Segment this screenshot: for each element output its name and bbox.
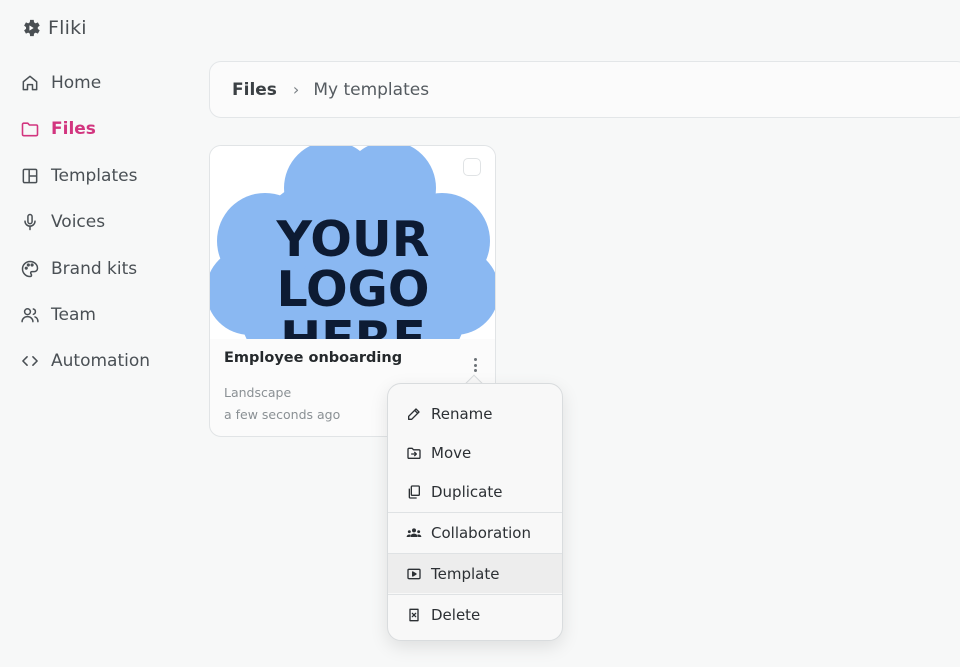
- card-orientation: Landscape: [224, 385, 292, 400]
- sidebar-item-team[interactable]: Team: [20, 298, 200, 332]
- menu-item-delete[interactable]: Delete: [388, 595, 562, 634]
- sidebar-item-templates[interactable]: Templates: [20, 159, 200, 193]
- breadcrumb-root-link[interactable]: Files: [232, 80, 277, 100]
- sidebar-item-automation[interactable]: Automation: [20, 344, 200, 378]
- play-box-icon: [407, 568, 421, 579]
- copy-icon: [408, 484, 420, 499]
- brand-name: Fliki: [48, 17, 87, 39]
- card-timestamp: a few seconds ago: [224, 407, 341, 422]
- pencil-icon: [408, 407, 420, 420]
- logo-placeholder-image: YOUR LOGO HERE: [210, 146, 495, 339]
- menu-item-label: Template: [431, 564, 500, 583]
- sidebar-nav: Home Files Templates Voices Brand kits T…: [20, 66, 200, 391]
- menu-item-move[interactable]: Move: [388, 433, 562, 472]
- sidebar-item-files[interactable]: Files: [20, 112, 200, 146]
- thumbnail-text-line: LOGO: [276, 261, 429, 318]
- app-root: Fliki Home Files Templates Voices Brand …: [0, 0, 960, 667]
- more-options-icon[interactable]: [468, 356, 482, 374]
- folder-icon: [21, 122, 39, 137]
- trash-icon: [409, 608, 419, 621]
- breadcrumb-current: My templates: [313, 79, 430, 100]
- menu-item-template[interactable]: Template: [388, 554, 562, 593]
- breadcrumb: Files › My templates: [209, 61, 960, 118]
- brand-logo[interactable]: Fliki: [20, 17, 87, 39]
- users-icon: [21, 307, 39, 323]
- menu-item-duplicate[interactable]: Duplicate: [388, 472, 562, 511]
- sidebar-item-label: Voices: [51, 212, 106, 233]
- thumbnail-text-line: YOUR: [276, 211, 430, 268]
- menu-item-label: Collaboration: [431, 523, 531, 542]
- palette-icon: [21, 260, 39, 277]
- sidebar-item-label: Templates: [51, 165, 138, 186]
- sidebar-item-brand-kits[interactable]: Brand kits: [20, 252, 200, 286]
- template-thumbnail[interactable]: YOUR LOGO HERE: [210, 146, 495, 339]
- sidebar-item-voices[interactable]: Voices: [20, 205, 200, 239]
- sidebar-item-label: Automation: [51, 351, 151, 372]
- layout-icon: [22, 168, 38, 184]
- home-icon: [22, 75, 38, 91]
- sidebar-item-label: Files: [51, 119, 96, 140]
- breadcrumb-separator: ›: [292, 80, 300, 99]
- thumbnail-text-line: HERE: [280, 311, 426, 339]
- people-icon: [406, 527, 422, 537]
- sidebar-item-label: Team: [51, 304, 96, 325]
- sidebar-item-home[interactable]: Home: [20, 66, 200, 100]
- sidebar-item-label: Home: [51, 73, 102, 93]
- microphone-icon: [24, 213, 36, 231]
- menu-item-label: Move: [431, 443, 472, 462]
- menu-item-label: Duplicate: [431, 482, 503, 501]
- gear-icon: [24, 19, 40, 37]
- menu-item-label: Delete: [431, 605, 481, 624]
- code-icon: [22, 356, 38, 367]
- folder-move-icon: [407, 447, 421, 459]
- context-menu: Rename Move Duplicate Collaboration Temp…: [387, 383, 563, 641]
- select-checkbox[interactable]: [463, 158, 481, 176]
- menu-item-label: Rename: [431, 404, 493, 423]
- sidebar-item-label: Brand kits: [51, 258, 138, 279]
- menu-item-collaboration[interactable]: Collaboration: [388, 513, 562, 552]
- card-title[interactable]: Employee onboarding: [224, 350, 402, 366]
- menu-item-rename[interactable]: Rename: [388, 394, 562, 433]
